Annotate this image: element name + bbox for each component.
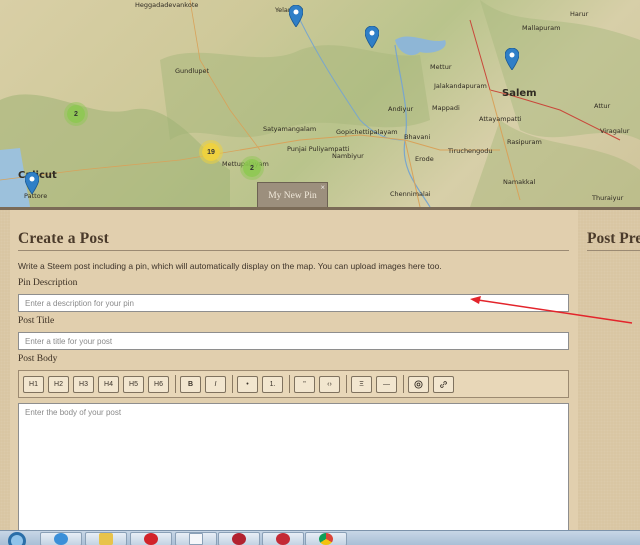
map-label: Gundlupet (175, 67, 210, 75)
taskbar-file-explorer[interactable] (85, 532, 127, 545)
map-cluster[interactable]: 2 (67, 105, 85, 123)
h2-button[interactable]: H2 (48, 375, 69, 393)
link-icon (440, 380, 447, 388)
map-label: Mallapuram (522, 24, 561, 32)
pin-description-label: Pin Description (18, 278, 78, 288)
bold-button[interactable]: B (180, 375, 201, 393)
image-button[interactable] (408, 375, 429, 393)
map-label: Harur (570, 10, 589, 18)
taskbar-red-app[interactable] (218, 532, 260, 545)
toolbar-divider (232, 375, 233, 393)
map-pin-icon[interactable] (25, 172, 39, 194)
map-label: Namakkal (503, 178, 536, 186)
map-pin-icon[interactable] (505, 48, 519, 70)
taskbar-opera[interactable] (130, 532, 172, 545)
toolbar-divider (403, 375, 404, 393)
taskbar-red-app[interactable] (262, 532, 304, 545)
opera-icon (144, 533, 158, 545)
map-label: Tiruchengodu (448, 147, 493, 155)
map-label: Salem (502, 88, 537, 99)
document-icon (189, 533, 203, 545)
tab-label: My New Pin (268, 190, 317, 201)
map-label: Mettur (430, 63, 452, 71)
create-post-title: Create a Post (18, 230, 109, 247)
map-label: Nambiyur (332, 152, 364, 160)
taskbar-chrome[interactable] (305, 532, 347, 545)
toolbar-divider (289, 375, 290, 393)
map-label: Rasipuram (507, 138, 542, 146)
map-cluster[interactable]: 2 (243, 159, 261, 177)
post-preview-title: Post Preview (587, 230, 640, 247)
post-editor-panel: Create a Post Post Preview Write a Steem… (0, 207, 640, 533)
map-label: Attayampatti (479, 115, 522, 123)
map-label: Andiyur (388, 105, 414, 113)
toolbar-divider (346, 375, 347, 393)
map-label: Attur (594, 102, 611, 110)
taskbar-internet-explorer[interactable] (40, 532, 82, 545)
link-button[interactable] (433, 375, 454, 393)
my-new-pin-tab[interactable]: My New Pin × (257, 182, 328, 208)
close-icon[interactable]: × (320, 183, 325, 193)
map-pin-icon[interactable] (289, 5, 303, 27)
map-cluster[interactable]: 19 (202, 143, 220, 161)
map-pin-icon[interactable] (365, 26, 379, 48)
bullet-list-button[interactable]: • (237, 375, 258, 393)
image-icon (414, 379, 423, 389)
post-body-label: Post Body (18, 354, 58, 364)
pin-description-input[interactable] (18, 294, 569, 312)
h6-button[interactable]: H6 (148, 375, 169, 393)
map-label: Satyamangalam (263, 125, 317, 133)
map-view[interactable]: Heggadadevankote Yelandur Mallapuram Har… (0, 0, 640, 207)
internet-explorer-icon (54, 533, 68, 545)
post-title-label: Post Title (18, 316, 55, 326)
post-body-textarea[interactable] (18, 403, 569, 533)
numbered-list-button[interactable]: 1. (262, 375, 283, 393)
horizontal-rule-button[interactable]: — (376, 375, 397, 393)
editor-toolbar: H1 H2 H3 H4 H5 H6 B I • 1. " ‹› Ξ — (18, 370, 569, 398)
map-label: Mappadi (432, 104, 460, 112)
map-label: Bhavani (404, 133, 431, 141)
italic-button[interactable]: I (205, 375, 226, 393)
quote-button[interactable]: " (294, 375, 315, 393)
chrome-icon (319, 533, 333, 545)
h1-button[interactable]: H1 (23, 375, 44, 393)
map-label: Thuraiyur (592, 194, 624, 202)
map-label: Chennimalai (390, 190, 431, 198)
h5-button[interactable]: H5 (123, 375, 144, 393)
red-app-icon (232, 533, 246, 545)
taskbar-document[interactable] (175, 532, 217, 545)
h3-button[interactable]: H3 (73, 375, 94, 393)
map-label: Jalakandapuram (434, 82, 487, 90)
code-button[interactable]: ‹› (319, 375, 340, 393)
windows-start-icon[interactable] (2, 531, 32, 545)
divider (587, 250, 640, 251)
map-label: Heggadadevankote (135, 1, 199, 9)
folder-icon (99, 533, 113, 545)
windows-taskbar (0, 530, 640, 545)
map-label: Viragalur (600, 127, 630, 135)
table-button[interactable]: Ξ (351, 375, 372, 393)
red-app-icon (276, 533, 290, 545)
divider (18, 250, 569, 251)
post-title-input[interactable] (18, 332, 569, 350)
map-label: Gopichettipalayam (336, 128, 398, 136)
toolbar-divider (175, 375, 176, 393)
h4-button[interactable]: H4 (98, 375, 119, 393)
map-label: Erode (415, 155, 434, 163)
intro-text: Write a Steem post including a pin, whic… (18, 261, 442, 271)
